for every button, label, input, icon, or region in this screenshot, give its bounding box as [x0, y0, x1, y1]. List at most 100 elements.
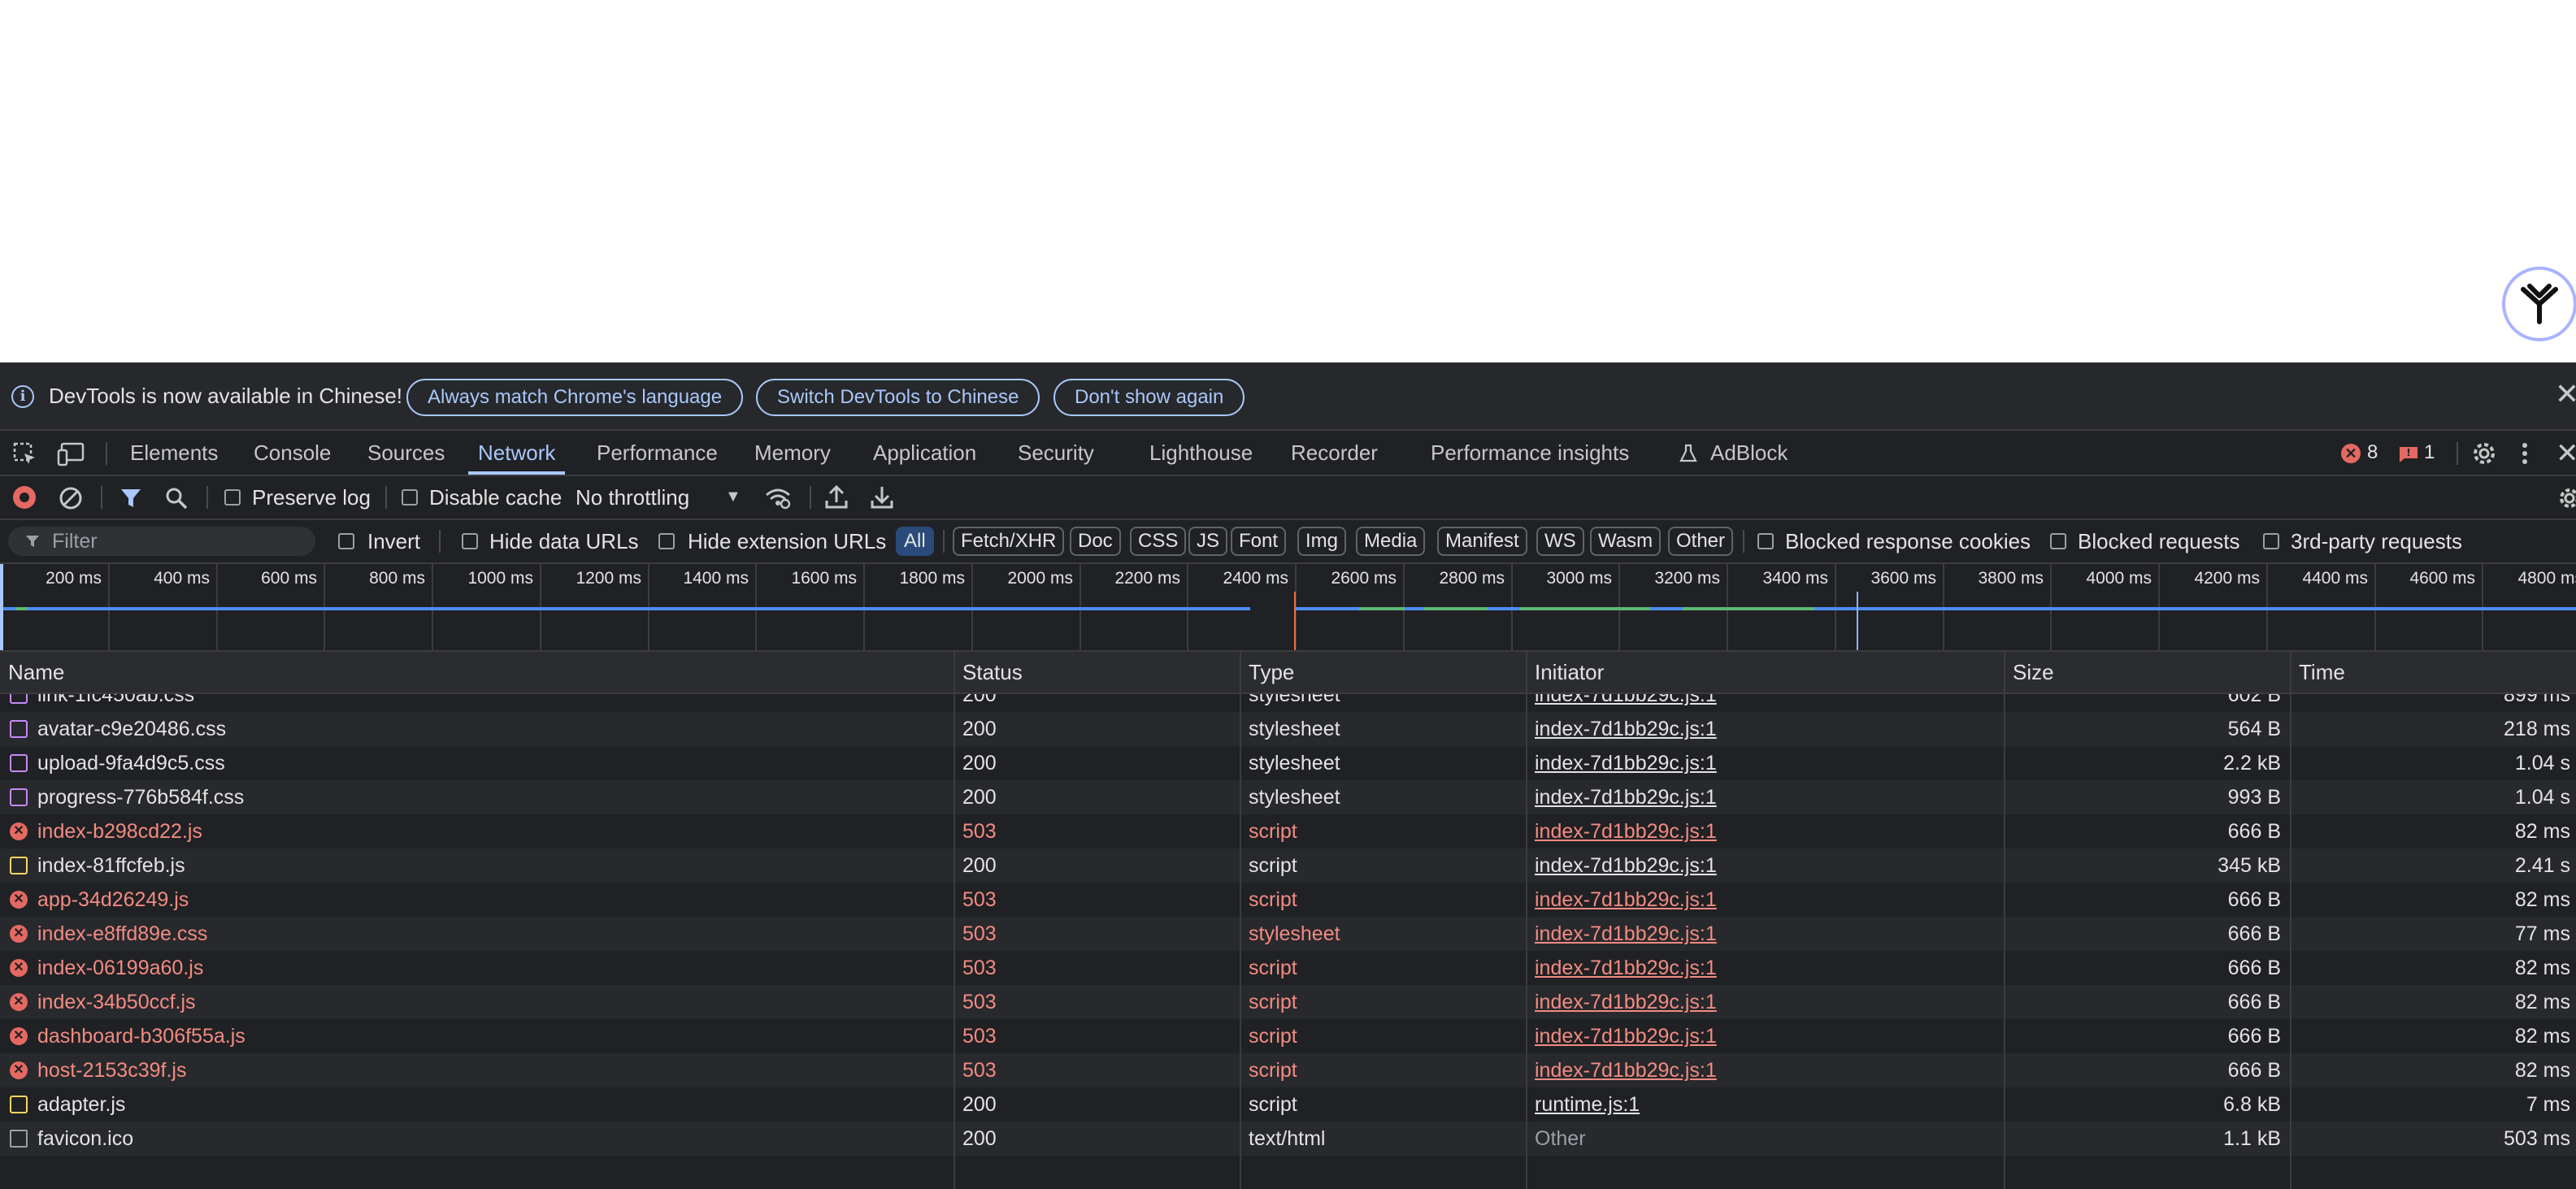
filter-type-css[interactable]: CSS — [1130, 527, 1187, 556]
request-name[interactable]: upload-9fa4d9c5.css — [37, 746, 948, 780]
hide-extension-urls-checkbox[interactable] — [658, 533, 675, 549]
tab-application[interactable]: Application — [873, 431, 976, 475]
request-row[interactable]: link-1fc450ab.css 200 stylesheet index-7d1b… — [0, 694, 2576, 712]
clear-log-icon[interactable] — [59, 486, 83, 510]
tab-sources[interactable]: Sources — [367, 431, 445, 475]
preserve-log-checkbox[interactable] — [224, 489, 241, 506]
issues-count[interactable]: 1 — [2424, 431, 2435, 475]
request-name[interactable]: dashboard-b306f55a.js — [37, 1019, 948, 1053]
request-initiator[interactable]: index-7d1bb29c.js:1 — [1535, 848, 1990, 883]
column-header-time[interactable]: Time — [2299, 652, 2345, 692]
filter-type-js[interactable]: JS — [1188, 527, 1228, 556]
request-name[interactable]: index-e8ffd89e.css — [37, 917, 948, 951]
request-initiator[interactable]: index-7d1bb29c.js:1 — [1535, 780, 1990, 814]
filter-type-wasm[interactable]: Wasm — [1590, 527, 1662, 556]
request-row[interactable]: ✕ dashboard-b306f55a.js 503 script index-7d1… — [0, 1019, 2576, 1053]
filter-type-fetch-xhr[interactable]: Fetch/XHR — [953, 527, 1065, 556]
column-divider[interactable] — [954, 652, 955, 1189]
request-row[interactable]: upload-9fa4d9c5.css 200 stylesheet index-7d… — [0, 746, 2576, 780]
tab-recorder[interactable]: Recorder — [1291, 431, 1378, 475]
column-divider[interactable] — [1240, 652, 1241, 1189]
settings-gear-icon[interactable] — [2471, 440, 2497, 466]
request-name[interactable]: index-81ffcfeb.js — [37, 848, 948, 883]
request-initiator[interactable]: index-7d1bb29c.js:1 — [1535, 694, 1990, 712]
request-initiator[interactable]: index-7d1bb29c.js:1 — [1535, 951, 1990, 985]
filter-type-doc[interactable]: Doc — [1070, 527, 1121, 556]
floating-assistant-badge[interactable] — [2502, 267, 2576, 341]
device-toolbar-icon[interactable] — [57, 442, 85, 466]
request-initiator[interactable]: runtime.js:1 — [1535, 1087, 1990, 1122]
request-row[interactable]: ✕ app-34d26249.js 503 script index-7d1bb29c.… — [0, 883, 2576, 917]
request-name[interactable]: link-1fc450ab.css — [37, 694, 948, 712]
column-header-type[interactable]: Type — [1249, 652, 1294, 692]
request-name[interactable]: index-06199a60.js — [37, 951, 948, 985]
column-header-status[interactable]: Status — [962, 652, 1023, 692]
request-name[interactable]: avatar-c9e20486.css — [37, 712, 948, 746]
blocked-response-cookies-checkbox[interactable] — [1757, 533, 1774, 549]
filter-type-ws[interactable]: WS — [1536, 527, 1584, 556]
request-row[interactable]: index-81ffcfeb.js 200 script index-7d1bb29c… — [0, 848, 2576, 883]
search-icon[interactable] — [164, 486, 189, 510]
request-initiator[interactable]: index-7d1bb29c.js:1 — [1535, 1053, 1990, 1087]
throttling-dropdown-arrow-icon[interactable]: ▼ — [725, 488, 741, 506]
filter-type-other[interactable]: Other — [1668, 527, 1734, 556]
request-row[interactable]: ✕ host-2153c39f.js 503 script index-7d1bb29c… — [0, 1053, 2576, 1087]
request-name[interactable]: app-34d26249.js — [37, 883, 948, 917]
disable-cache-checkbox[interactable] — [402, 489, 418, 506]
tab-adblock[interactable]: AdBlock — [1710, 431, 1788, 475]
filter-type-media[interactable]: Media — [1356, 527, 1426, 556]
request-initiator[interactable]: index-7d1bb29c.js:1 — [1535, 814, 1990, 848]
third-party-requests-checkbox[interactable] — [2263, 533, 2279, 549]
request-row[interactable]: ✕ index-06199a60.js 503 script index-7d1bb29… — [0, 951, 2576, 985]
throttling-select[interactable]: No throttling — [576, 476, 689, 519]
request-initiator[interactable]: index-7d1bb29c.js:1 — [1535, 917, 1990, 951]
tab-performance[interactable]: Performance — [597, 431, 718, 475]
tab-performance-insights[interactable]: Performance insights — [1431, 431, 1629, 475]
request-name[interactable]: progress-776b584f.css — [37, 780, 948, 814]
request-row[interactable]: progress-776b584f.css 200 stylesheet index-… — [0, 780, 2576, 814]
tab-network[interactable]: Network — [468, 431, 566, 475]
request-row[interactable]: ✕ index-b298cd22.js 503 script index-7d1bb29… — [0, 814, 2576, 848]
filter-type-font[interactable]: Font — [1231, 527, 1287, 556]
request-row[interactable]: avatar-c9e20486.css 200 stylesheet index-7d… — [0, 712, 2576, 746]
blocked-requests-checkbox[interactable] — [2050, 533, 2066, 549]
tab-memory[interactable]: Memory — [754, 431, 831, 475]
request-row[interactable]: ✕ index-34b50ccf.js 503 script index-7d1bb29… — [0, 985, 2576, 1019]
close-devtools-icon[interactable]: ✕ — [2556, 437, 2576, 470]
column-divider[interactable] — [1526, 652, 1527, 1189]
request-row[interactable]: favicon.ico 200 text/html Other 1.1 kB 503 ms — [0, 1122, 2576, 1156]
request-row[interactable]: adapter.js 200 script runtime.js:1 6.8 kB 7 m… — [0, 1087, 2576, 1122]
request-initiator[interactable]: index-7d1bb29c.js:1 — [1535, 712, 1990, 746]
dont-show-again-button[interactable]: Don't show again — [1053, 379, 1245, 416]
filter-type-manifest[interactable]: Manifest — [1437, 527, 1527, 556]
close-infobar-icon[interactable]: ✕ — [2555, 377, 2576, 411]
tab-security[interactable]: Security — [1018, 431, 1094, 475]
hide-data-urls-checkbox[interactable] — [462, 533, 478, 549]
column-divider[interactable] — [2004, 652, 2005, 1189]
stop-recording-icon[interactable] — [13, 486, 36, 509]
network-conditions-icon[interactable] — [764, 486, 792, 510]
request-initiator[interactable]: index-7d1bb29c.js:1 — [1535, 985, 1990, 1019]
column-header-size[interactable]: Size — [2013, 652, 2054, 692]
tab-lighthouse[interactable]: Lighthouse — [1149, 431, 1253, 475]
request-name[interactable]: index-b298cd22.js — [37, 814, 948, 848]
filter-type-all[interactable]: All — [896, 527, 934, 556]
error-count-icon[interactable]: ✕ — [2341, 444, 2361, 463]
request-initiator[interactable]: index-7d1bb29c.js:1 — [1535, 746, 1990, 780]
column-divider[interactable] — [2290, 652, 2291, 1189]
import-har-upload-icon[interactable] — [824, 484, 849, 510]
tab-console[interactable]: Console — [254, 431, 331, 475]
error-count[interactable]: 8 — [2367, 431, 2378, 475]
column-header-name[interactable]: Name — [8, 652, 64, 692]
filter-type-img[interactable]: Img — [1297, 527, 1347, 556]
request-name[interactable]: favicon.ico — [37, 1122, 948, 1156]
export-har-download-icon[interactable] — [870, 484, 894, 510]
filter-input[interactable]: Filter — [8, 527, 315, 556]
switch-to-chinese-button[interactable]: Switch DevTools to Chinese — [756, 379, 1040, 416]
tab-elements[interactable]: Elements — [130, 431, 218, 475]
request-name[interactable]: adapter.js — [37, 1087, 948, 1122]
request-name[interactable]: index-34b50ccf.js — [37, 985, 948, 1019]
network-timeline-overview[interactable]: 200 ms 400 ms 600 ms 800 ms 1000 ms 1200 ms 14… — [0, 564, 2576, 652]
filter-funnel-icon[interactable] — [119, 486, 143, 510]
more-options-icon[interactable] — [2518, 440, 2531, 466]
